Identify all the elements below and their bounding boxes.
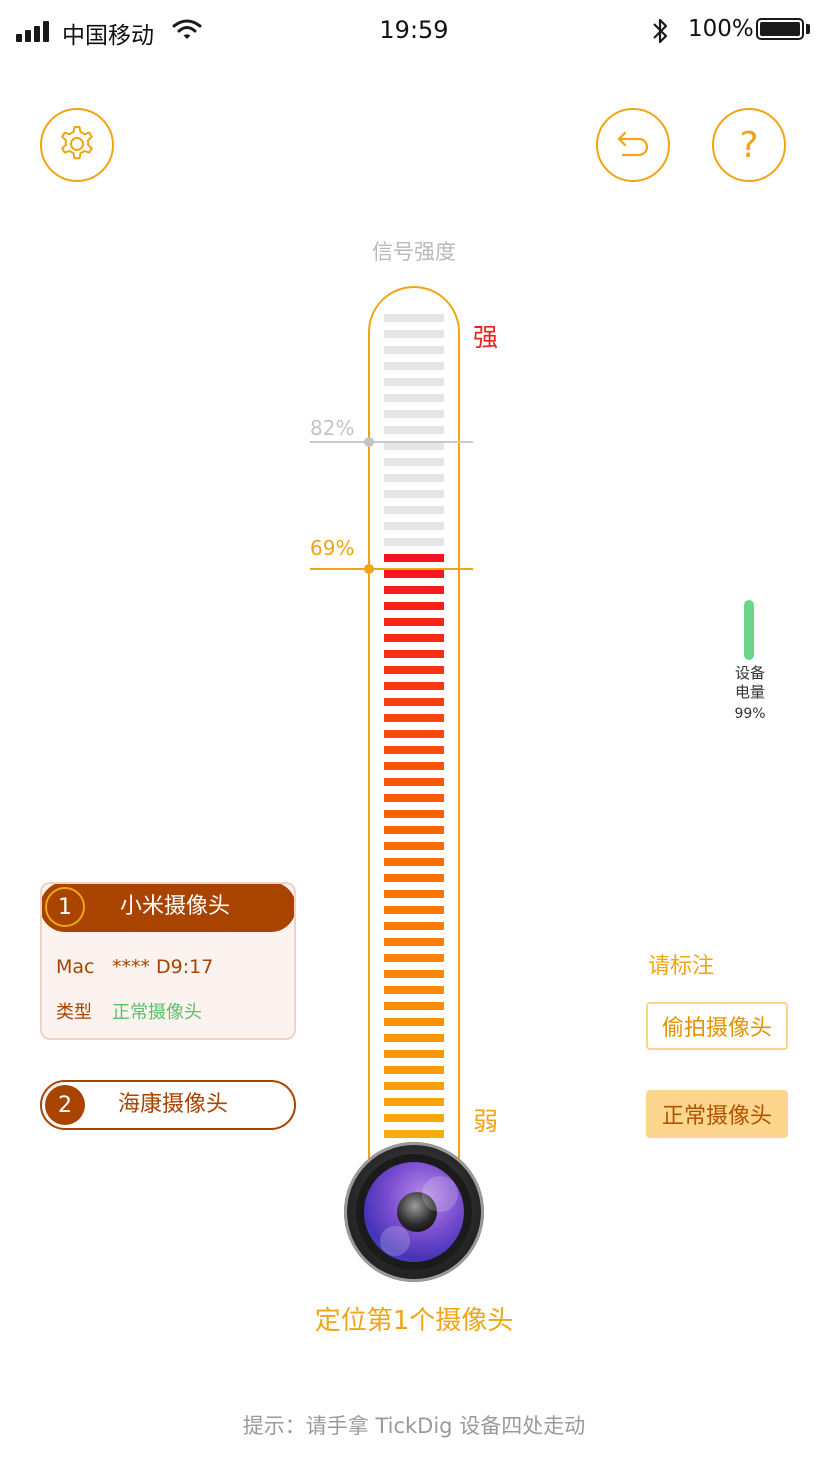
- signal-segment: [384, 730, 444, 738]
- signal-segment: [384, 426, 444, 434]
- signal-segment: [384, 602, 444, 610]
- signal-segment: [384, 362, 444, 370]
- device-battery-label-line1: 设备: [734, 664, 765, 682]
- signal-segment: [384, 1130, 444, 1138]
- signal-segment: [384, 474, 444, 482]
- current-signal-marker-dot: [364, 564, 374, 574]
- signal-segment: [384, 490, 444, 498]
- signal-segment: [384, 666, 444, 674]
- signal-segment: [384, 890, 444, 898]
- signal-segment: [384, 618, 444, 626]
- device-battery-bar: [744, 600, 754, 660]
- signal-segment: [384, 938, 444, 946]
- camera-lens-icon[interactable]: [344, 1142, 484, 1282]
- signal-segment: [384, 1114, 444, 1122]
- camera-card-2[interactable]: 2 海康摄像头: [40, 1080, 296, 1130]
- signal-segment: [384, 538, 444, 546]
- signal-segment: [384, 970, 444, 978]
- signal-segment: [384, 858, 444, 866]
- signal-segment: [384, 410, 444, 418]
- signal-segment: [384, 650, 444, 658]
- battery-icon: [756, 18, 804, 40]
- signal-segment: [384, 506, 444, 514]
- mark-spy-camera-button[interactable]: 偷拍摄像头: [646, 1002, 788, 1050]
- signal-segment: [384, 458, 444, 466]
- signal-segment: [384, 842, 444, 850]
- signal-segment: [384, 1018, 444, 1026]
- help-button[interactable]: ?: [712, 108, 786, 182]
- signal-segment: [384, 746, 444, 754]
- battery-percent: 100%: [688, 16, 754, 42]
- mark-normal-camera-button[interactable]: 正常摄像头: [646, 1090, 788, 1138]
- strong-label: 强: [473, 323, 499, 352]
- signal-segment: [384, 810, 444, 818]
- signal-segment: [384, 954, 444, 962]
- signal-segment: [384, 554, 444, 562]
- device-battery-label-line2: 电量: [734, 683, 765, 701]
- undo-arrow-icon: [617, 131, 649, 157]
- signal-segment: [384, 1082, 444, 1090]
- camera-name: 小米摄像头: [120, 894, 231, 919]
- signal-segment: [384, 330, 444, 338]
- signal-segment: [384, 794, 444, 802]
- signal-strength-title: 信号强度: [372, 240, 456, 264]
- undo-button[interactable]: [596, 108, 670, 182]
- signal-segment: [384, 762, 444, 770]
- camera-index-badge: 1: [45, 887, 85, 927]
- signal-segment: [384, 570, 444, 578]
- tip-text: 提示：请手拿 TickDig 设备四处走动: [242, 1414, 586, 1438]
- signal-segment: [384, 1098, 444, 1106]
- signal-segment: [384, 586, 444, 594]
- signal-segment: [384, 698, 444, 706]
- max-signal-marker-dot: [364, 437, 374, 447]
- signal-segment: [384, 778, 444, 786]
- camera-index-badge: 2: [45, 1085, 85, 1125]
- signal-segment: [384, 1034, 444, 1042]
- device-battery-percent: 99%: [734, 706, 766, 722]
- locate-camera-text: 定位第1个摄像头: [314, 1306, 514, 1336]
- device-battery-label: 设备 电量: [720, 664, 780, 702]
- signal-segment: [384, 314, 444, 322]
- signal-segment: [384, 922, 444, 930]
- status-bar: 中国移动 19:59 100%: [0, 0, 828, 62]
- signal-segment: [384, 442, 444, 450]
- signal-segment: [384, 1050, 444, 1058]
- signal-segment: [384, 634, 444, 642]
- type-label: 类型: [56, 1002, 92, 1023]
- signal-segment: [384, 394, 444, 402]
- gear-icon: [61, 126, 93, 160]
- signal-segment: [384, 714, 444, 722]
- camera-name: 海康摄像头: [118, 1092, 229, 1117]
- mark-title: 请标注: [648, 954, 715, 979]
- signal-segment: [384, 986, 444, 994]
- signal-segment: [384, 522, 444, 530]
- signal-segment: [384, 826, 444, 834]
- max-signal-marker-line: [310, 441, 473, 443]
- max-signal-marker-label: 82%: [310, 416, 355, 440]
- mac-label: Mac: [56, 956, 95, 978]
- current-signal-marker-label: 69%: [310, 536, 355, 560]
- settings-button[interactable]: [40, 108, 114, 182]
- signal-segment: [384, 346, 444, 354]
- signal-segment: [384, 1002, 444, 1010]
- signal-segment: [384, 682, 444, 690]
- camera-card-1[interactable]: 1 小米摄像头 Mac **** D9:17 类型 正常摄像头: [40, 882, 296, 1040]
- signal-segment: [384, 1066, 444, 1074]
- weak-label: 弱: [473, 1107, 499, 1136]
- question-mark-icon: ?: [739, 124, 759, 166]
- type-value: 正常摄像头: [112, 1002, 202, 1023]
- mac-value: **** D9:17: [112, 956, 214, 978]
- camera-card-header: 1 小米摄像头: [42, 884, 294, 932]
- bluetooth-icon: [653, 18, 668, 44]
- signal-level-bar: [384, 314, 444, 1144]
- signal-segment: [384, 378, 444, 386]
- current-signal-marker-line: [310, 568, 473, 570]
- signal-segment: [384, 874, 444, 882]
- signal-segment: [384, 906, 444, 914]
- battery-cap: [806, 24, 810, 34]
